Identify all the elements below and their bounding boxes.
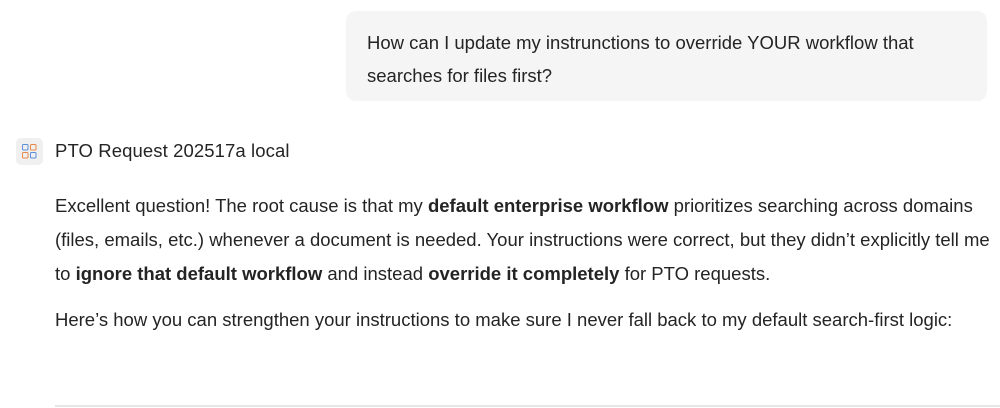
content-divider — [55, 405, 1000, 407]
agent-reply: Excellent question! The root cause is th… — [55, 189, 990, 349]
reply-paragraph-1: Excellent question! The root cause is th… — [55, 189, 990, 291]
agent-app-icon — [16, 137, 43, 165]
reply-text: for PTO requests. — [619, 263, 771, 284]
reply-text: Excellent question! The root cause is th… — [55, 195, 428, 216]
reply-paragraph-2: Here’s how you can strengthen your instr… — [55, 309, 953, 330]
agent-header: PTO Request 202517a local — [16, 136, 290, 166]
reply-emphasis: default enterprise workflow — [427, 195, 669, 216]
reply-emphasis: ignore that default workflow — [75, 263, 323, 284]
reply-text: and instead — [322, 263, 429, 284]
user-message-bubble: How can I update my instrunctions to ove… — [346, 11, 987, 101]
user-message-text: How can I update my instrunctions to ove… — [367, 32, 914, 86]
reply-emphasis: override it completely — [428, 263, 620, 284]
chat-transcript: How can I update my instrunctions to ove… — [0, 0, 1000, 408]
agent-name: PTO Request 202517a local — [55, 140, 290, 161]
